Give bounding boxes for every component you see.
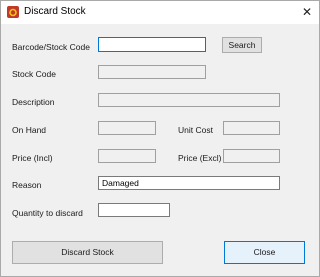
discard-stock-window: Discard Stock ✕ Barcode/Stock Code Searc… bbox=[0, 0, 320, 277]
close-icon[interactable]: ✕ bbox=[299, 3, 315, 21]
barcode-label: Barcode/Stock Code bbox=[12, 42, 90, 52]
stock-code-label: Stock Code bbox=[12, 69, 56, 79]
unit-cost-field bbox=[223, 121, 280, 135]
search-button[interactable]: Search bbox=[222, 37, 262, 53]
description-field bbox=[98, 93, 280, 107]
description-label: Description bbox=[12, 97, 55, 107]
on-hand-label: On Hand bbox=[12, 125, 47, 135]
window-title: Discard Stock bbox=[24, 6, 86, 17]
app-logo-icon bbox=[7, 6, 19, 18]
price-excl-label: Price (Excl) bbox=[178, 153, 222, 163]
quantity-label: Quantity to discard bbox=[12, 208, 83, 218]
price-excl-field bbox=[223, 149, 280, 163]
unit-cost-label: Unit Cost bbox=[178, 125, 213, 135]
title-bar: Discard Stock ✕ bbox=[1, 1, 319, 24]
stock-code-field bbox=[98, 65, 206, 79]
price-incl-field bbox=[98, 149, 156, 163]
reason-input[interactable]: Damaged bbox=[98, 176, 280, 190]
quantity-input[interactable] bbox=[98, 203, 170, 217]
close-button[interactable]: Close bbox=[224, 241, 305, 264]
on-hand-field bbox=[98, 121, 156, 135]
reason-label: Reason bbox=[12, 180, 42, 190]
barcode-input[interactable] bbox=[98, 37, 206, 52]
discard-stock-button[interactable]: Discard Stock bbox=[12, 241, 163, 264]
price-incl-label: Price (Incl) bbox=[12, 153, 53, 163]
